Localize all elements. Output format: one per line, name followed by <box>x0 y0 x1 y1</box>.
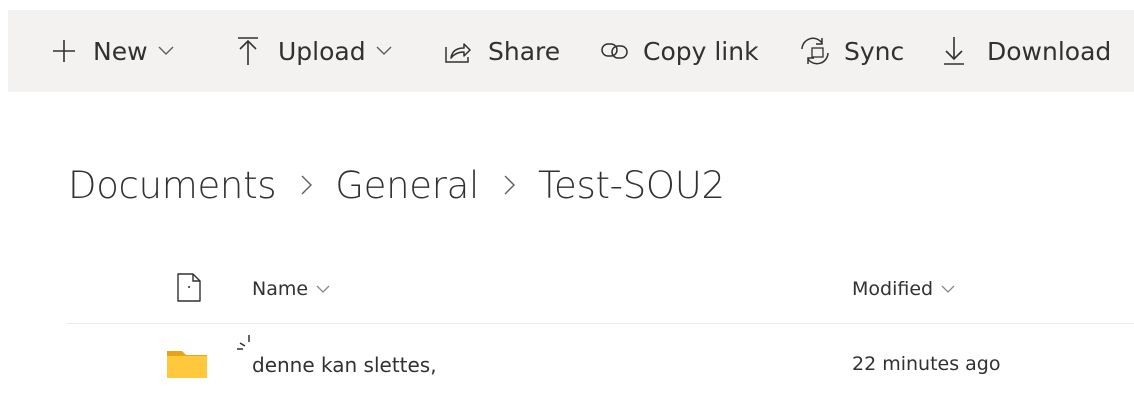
header-divider <box>66 323 1134 324</box>
chevron-right-icon <box>504 175 515 195</box>
column-header-name[interactable]: Name <box>252 274 330 304</box>
download-icon <box>944 37 964 65</box>
file-type-header[interactable] <box>177 272 201 306</box>
column-modified-label: Modified <box>852 278 934 300</box>
share-icon <box>445 39 471 63</box>
file-name[interactable]: denne kan slettes, <box>252 350 437 380</box>
share-button[interactable]: Share <box>445 10 560 92</box>
modified-date: 22 minutes ago <box>852 353 1001 375</box>
column-name-label: Name <box>252 278 309 300</box>
sync-label: Sync <box>844 36 905 66</box>
chevron-down-icon[interactable] <box>158 46 174 56</box>
sync-icon <box>798 36 832 66</box>
new-label: New <box>93 36 148 66</box>
folder-icon <box>167 348 207 378</box>
link-icon <box>601 42 629 60</box>
breadcrumb-current: Test-SOU2 <box>537 163 725 207</box>
chevron-down-icon[interactable] <box>376 46 392 56</box>
sync-button[interactable]: Sync <box>798 10 904 92</box>
copy-link-label: Copy link <box>643 36 759 66</box>
chevron-down-icon <box>316 285 330 294</box>
upload-button[interactable]: Upload <box>238 10 392 92</box>
command-bar: New Upload Share Copy link Sync Download <box>8 10 1134 92</box>
upload-label: Upload <box>278 36 366 66</box>
plus-icon <box>53 40 75 62</box>
new-button[interactable]: New <box>53 10 174 92</box>
share-label: Share <box>488 36 561 66</box>
breadcrumb: Documents General Test-SOU2 <box>68 160 725 210</box>
breadcrumb-documents[interactable]: Documents <box>68 164 277 207</box>
column-header-modified[interactable]: Modified <box>852 274 955 304</box>
copy-link-button[interactable]: Copy link <box>601 10 759 92</box>
download-label: Download <box>987 36 1112 66</box>
chevron-down-icon <box>941 285 955 294</box>
breadcrumb-general[interactable]: General <box>335 164 479 207</box>
download-button[interactable]: Download <box>944 10 1111 92</box>
upload-icon <box>238 37 258 65</box>
document-icon <box>177 272 201 306</box>
chevron-right-icon <box>301 175 313 195</box>
